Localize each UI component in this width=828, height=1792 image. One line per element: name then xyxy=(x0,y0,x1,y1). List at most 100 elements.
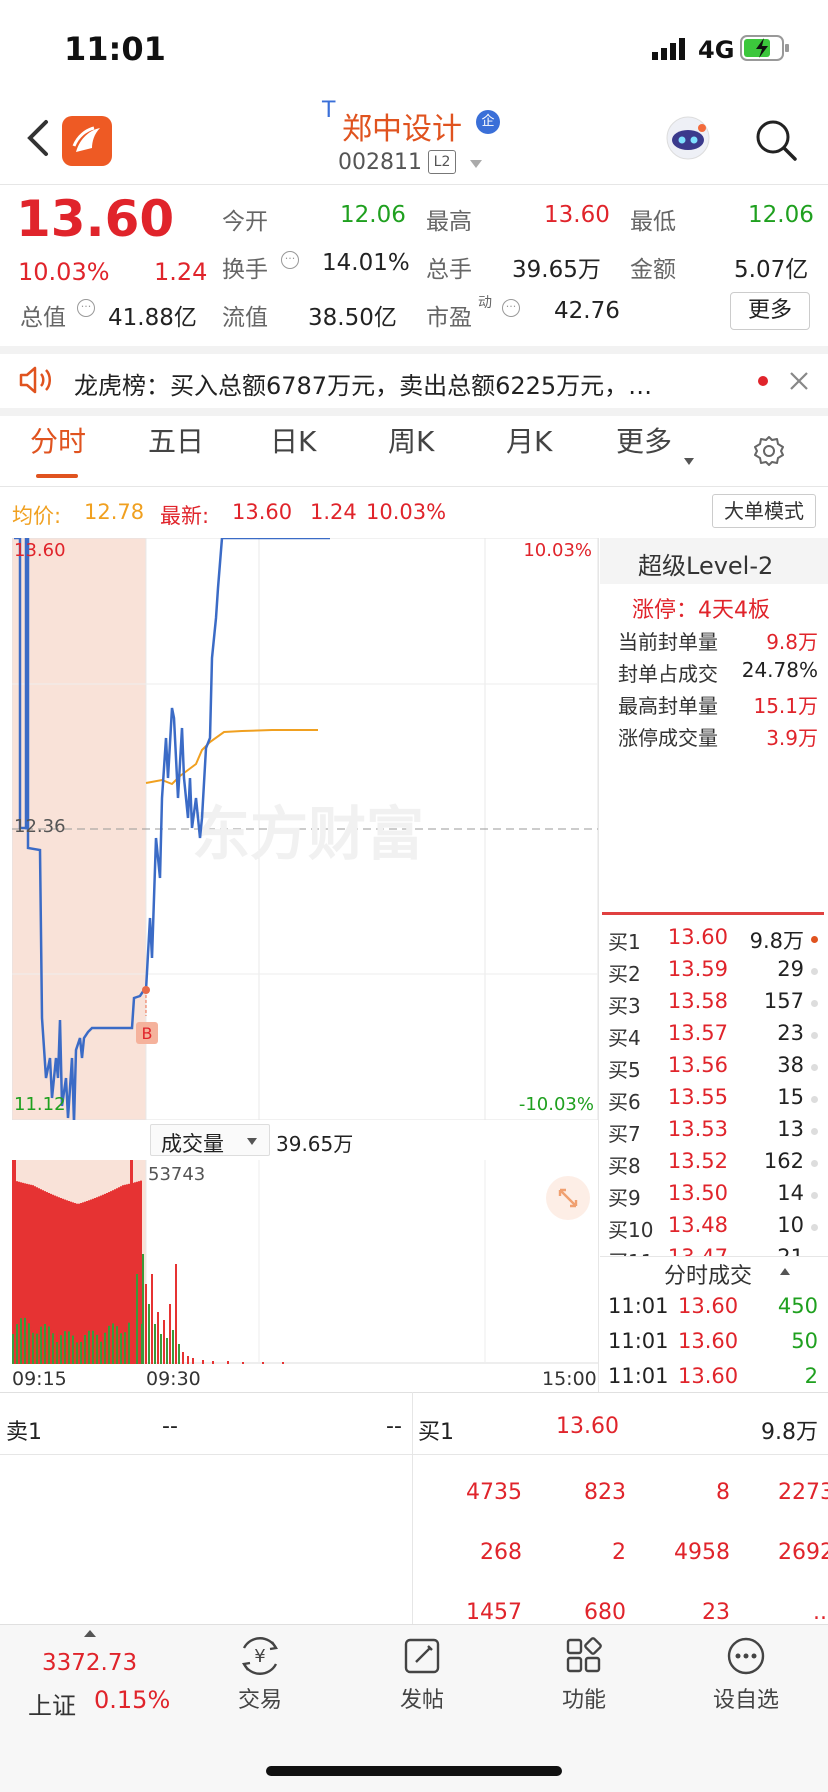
amount-value: 5.07亿 xyxy=(734,257,809,283)
big-order-mode-button[interactable]: 大单模式 xyxy=(712,494,816,528)
volume-bar xyxy=(56,1196,58,1364)
settings-gear-icon[interactable] xyxy=(752,434,786,468)
volume-bar xyxy=(122,1185,124,1364)
sell1-label: 卖1 xyxy=(6,1420,42,1445)
volume-bar xyxy=(151,1274,153,1364)
order-level: 买2 xyxy=(608,962,641,986)
tab-intraday[interactable]: 分时 xyxy=(30,420,86,460)
search-icon[interactable] xyxy=(754,118,798,162)
speaker-icon xyxy=(18,364,54,396)
level2-title[interactable]: 超级Level-2 xyxy=(638,546,773,581)
tab-five-day[interactable]: 五日 xyxy=(148,420,204,460)
y-axis-bottom: 11.12 xyxy=(14,1094,66,1115)
order-book-row[interactable]: 买6 13.55 15 xyxy=(600,1084,828,1114)
volume-bar xyxy=(145,1284,147,1364)
more-button[interactable]: 更多 xyxy=(730,292,810,330)
volume-bar xyxy=(100,1195,102,1364)
info-icon[interactable]: ··· xyxy=(281,251,299,269)
order-book-row[interactable]: 买10 13.48 10 xyxy=(600,1212,828,1242)
order-book-row[interactable]: 买11 13.4721 xyxy=(600,1244,828,1256)
info-icon[interactable]: ··· xyxy=(502,299,520,317)
order-book-row[interactable]: 买3 13.58 157 xyxy=(600,988,828,1018)
svg-text:¥: ¥ xyxy=(254,1646,265,1667)
volume-bar xyxy=(118,1329,120,1364)
order-book-row[interactable]: 买2 13.59 29 xyxy=(600,956,828,986)
latest-value: 13.60 xyxy=(232,500,293,524)
low-label: 最低 xyxy=(630,209,676,235)
stat-label: 最高封单量 xyxy=(618,694,718,718)
tab-monthly-k[interactable]: 月K xyxy=(506,420,552,460)
back-button[interactable] xyxy=(24,118,54,158)
volume-bar xyxy=(175,1264,177,1364)
close-icon[interactable] xyxy=(788,370,810,392)
buy-queue-grid[interactable]: 4735 823 8 2273 268 2 4958 2692 1457 680 23... xyxy=(412,1456,828,1622)
trades-title[interactable]: 分时成交 xyxy=(664,1258,752,1290)
volume-bar xyxy=(14,1328,16,1364)
volume-bar xyxy=(68,1331,70,1364)
index-value[interactable]: 3372.73 xyxy=(42,1650,137,1676)
nav-functions[interactable]: 功能 xyxy=(524,1636,644,1714)
latest-label: 最新: xyxy=(160,504,210,528)
volume-bar xyxy=(46,1324,48,1364)
nav-trade[interactable]: ¥ 交易 xyxy=(200,1636,320,1714)
volume-bar xyxy=(60,1335,62,1364)
order-book-row[interactable]: 买1 13.60 9.8万 xyxy=(600,924,828,954)
volume-selector[interactable]: 成交量 xyxy=(150,1124,270,1156)
trade-time: 11:01 xyxy=(608,1294,669,1318)
order-level: 买5 xyxy=(608,1058,641,1082)
volume-bar xyxy=(102,1337,104,1364)
order-dot xyxy=(811,936,818,943)
volume-bar xyxy=(34,1186,36,1364)
notice-text[interactable]: 龙虎榜：买入总额6787万元，卖出总额6225万元，… xyxy=(74,366,722,401)
order-book-row[interactable]: 买4 13.57 23 xyxy=(600,1020,828,1050)
order-book-row[interactable]: 买5 13.56 38 xyxy=(600,1052,828,1082)
functions-grid-icon xyxy=(562,1636,606,1676)
volume-label: 总手 xyxy=(426,257,472,283)
current-price: 13.60 xyxy=(16,190,175,248)
order-book-row[interactable]: 买7 13.53 13 xyxy=(600,1116,828,1146)
volume-bar xyxy=(139,1294,141,1364)
stat-value: 24.78% xyxy=(741,658,818,682)
volume-bar xyxy=(160,1334,162,1364)
volume-bar xyxy=(52,1333,54,1364)
volume-bar xyxy=(192,1358,194,1364)
stock-name[interactable]: 郑中设计 xyxy=(342,104,462,148)
order-book-row[interactable]: 买8 13.52 162 xyxy=(600,1148,828,1178)
volume-chart[interactable]: 53743 xyxy=(12,1160,598,1364)
volume-bar xyxy=(82,1338,84,1364)
order-price: 13.57 xyxy=(667,1021,728,1045)
volume-bar xyxy=(98,1338,100,1364)
chevron-down-icon[interactable] xyxy=(470,160,482,168)
nav-add-watchlist-label: 设自选 xyxy=(712,1688,779,1713)
enterprise-badge: 企 xyxy=(476,110,500,134)
volume-bar xyxy=(116,1326,118,1364)
volume-bar xyxy=(108,1325,110,1364)
order-price: 13.50 xyxy=(667,1181,728,1205)
expand-icon[interactable] xyxy=(546,1176,590,1220)
tab-more[interactable]: 更多 xyxy=(616,420,672,460)
amount-label: 金额 xyxy=(630,257,676,283)
stat-value: 3.9万 xyxy=(766,726,818,750)
volume-bar xyxy=(227,1361,229,1364)
nav-add-watchlist[interactable]: 设自选 xyxy=(686,1636,806,1714)
pct-axis-top: 10.03% xyxy=(523,540,592,561)
pe-value: 42.76 xyxy=(554,298,620,324)
volume-bar xyxy=(92,1330,94,1364)
volume-bar xyxy=(16,1324,18,1364)
info-icon[interactable]: ··· xyxy=(77,299,95,317)
volume-bar xyxy=(124,1332,126,1364)
tab-daily-k[interactable]: 日K xyxy=(270,420,316,460)
index-name: 上证 xyxy=(28,1692,76,1720)
volume-bar xyxy=(154,1324,156,1364)
intraday-price-chart[interactable]: 东方财富 B 13.60 12.36 11.12 10.03% -10.03% xyxy=(12,538,598,1120)
order-book-row[interactable]: 买9 13.50 14 xyxy=(600,1180,828,1210)
robot-avatar-icon[interactable] xyxy=(664,114,712,162)
tab-weekly-k[interactable]: 周K xyxy=(388,420,434,460)
pct-axis-bottom: -10.03% xyxy=(518,1094,594,1115)
queue-order-size: 2 xyxy=(612,1540,626,1565)
unread-dot xyxy=(758,376,768,386)
order-book[interactable]: 买1 13.60 9.8万 买2 13.59 29 买3 13.58 157 买4 13.57 23 买… xyxy=(600,920,828,1256)
nav-post[interactable]: 发帖 xyxy=(362,1636,482,1714)
time-axis-start: 09:15 xyxy=(12,1368,67,1390)
volume-bar xyxy=(66,1330,68,1364)
